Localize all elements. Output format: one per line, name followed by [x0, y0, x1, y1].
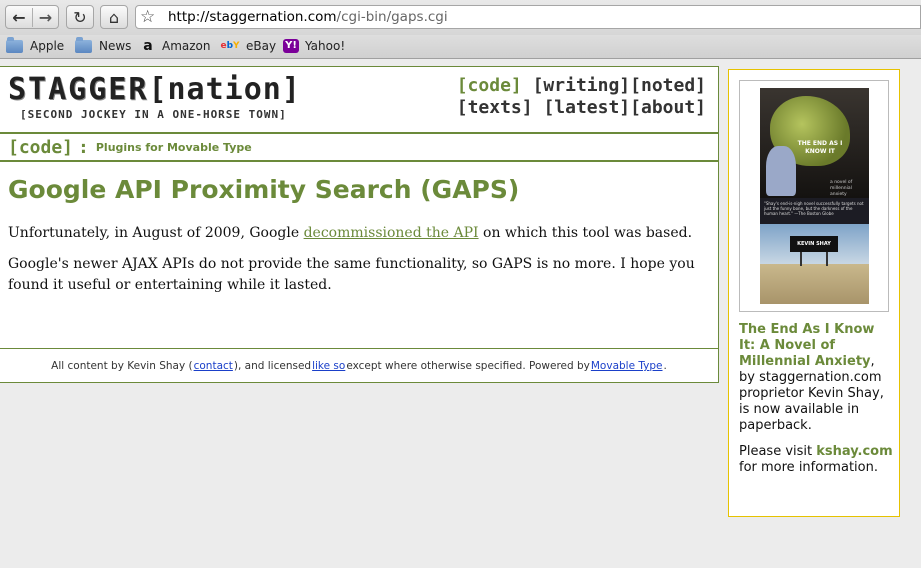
paragraph-text: on which this tool was based.	[478, 225, 693, 241]
yahoo-icon: Y!	[283, 39, 299, 53]
page-title: Google API Proximity Search (GAPS)	[8, 175, 520, 204]
book-cover-frame[interactable]: THE END AS I KNOW IT a novel of millenni…	[739, 80, 889, 312]
breadcrumb: [code] : Plugins for Movable Type	[0, 132, 718, 162]
visit-text: Please visit	[739, 444, 817, 459]
cover-author: KEVIN SHAY	[790, 236, 838, 252]
reload-icon[interactable]: ↻	[66, 5, 94, 29]
bookmark-label: eBay	[246, 39, 277, 53]
address-bar[interactable]: ☆ http://staggernation.com/cgi-bin/gaps.…	[135, 5, 921, 29]
paragraph-text: Unfortunately, in August of 2009, Google	[8, 225, 304, 241]
breadcrumb-subsection-link[interactable]: Plugins for Movable Type	[96, 141, 252, 154]
breadcrumb-section-link[interactable]: [code]	[8, 137, 73, 158]
site-tagline: [SECOND JOCKEY IN A ONE-HORSE TOWN]	[20, 108, 287, 121]
sign-post	[800, 252, 802, 266]
cover-quote: "Shay's end-is-nigh novel successfully t…	[760, 198, 869, 224]
amazon-icon: a	[143, 38, 153, 54]
cover-subtitle: a novel of millennial anxiety	[830, 180, 853, 197]
nav-about[interactable]: [about]	[630, 97, 706, 118]
cover-ground	[760, 264, 869, 304]
article-paragraph-2: Google's newer AJAX APIs do not provide …	[8, 256, 695, 293]
bookmark-label: Yahoo!	[305, 39, 346, 53]
page-footer: All content by Kevin Shay (contact), and…	[0, 348, 718, 383]
footer-text: except where otherwise specified. Powere…	[346, 360, 590, 372]
bookmark-label: News	[99, 39, 132, 53]
url-host: http://staggernation.com	[168, 9, 337, 25]
back-forward-buttons: ← →	[5, 5, 59, 29]
breadcrumb-separator: :	[78, 136, 89, 158]
site-nav: [code] [writing][noted] [texts] [latest]…	[457, 75, 706, 119]
bookmark-apple[interactable]: Apple	[6, 36, 65, 53]
folder-icon	[6, 36, 23, 53]
logo-nation: [nation]	[148, 72, 301, 107]
nav-noted[interactable]: [noted]	[630, 75, 706, 96]
bookmark-yahoo[interactable]: Y! Yahoo!	[283, 39, 345, 53]
license-link[interactable]: like so	[312, 360, 345, 372]
contact-link[interactable]: contact	[194, 360, 233, 372]
bookmark-star-icon[interactable]: ☆	[140, 7, 155, 27]
book-title-link[interactable]: The End As I Know It: A Novel of Millenn…	[739, 322, 874, 369]
bookmarks-bar: Apple News a Amazon ebY eBay Y! Yahoo!	[0, 35, 921, 59]
logo-wordmark: STAGGER[nation]	[8, 73, 301, 107]
url-path: /cgi-bin/gaps.cgi	[336, 9, 448, 25]
book-cover-image: THE END AS I KNOW IT a novel of millenni…	[760, 88, 869, 304]
back-arrow-icon[interactable]: ←	[6, 8, 32, 27]
home-icon[interactable]: ⌂	[100, 5, 128, 29]
url-text[interactable]: http://staggernation.com/cgi-bin/gaps.cg…	[168, 9, 448, 25]
ebay-icon: ebY	[220, 41, 240, 51]
cover-title: THE END AS I KNOW IT	[797, 140, 843, 155]
browser-toolbar: ← → ↻ ⌂ ☆ http://staggernation.com/cgi-b…	[0, 0, 921, 35]
logo-stagger: STAGGER	[8, 72, 149, 107]
nav-texts[interactable]: [texts]	[457, 97, 533, 118]
visit-text: for more information.	[739, 460, 878, 475]
article-paragraph-1: Unfortunately, in August of 2009, Google…	[8, 223, 708, 244]
movable-type-link[interactable]: Movable Type	[591, 360, 663, 372]
nav-latest[interactable]: [latest]	[543, 97, 630, 118]
bookmark-amazon[interactable]: a Amazon	[140, 38, 211, 54]
page-viewport: STAGGER[nation] [SECOND JOCKEY IN A ONE-…	[0, 59, 921, 568]
book-ad-sidebar: THE END AS I KNOW IT a novel of millenni…	[728, 69, 900, 517]
footer-text: .	[663, 360, 667, 372]
site-logo[interactable]: STAGGER[nation] [SECOND JOCKEY IN A ONE-…	[8, 73, 301, 122]
footer-text: All content by Kevin Shay (	[51, 360, 193, 372]
hand-illustration	[766, 146, 796, 196]
main-content: STAGGER[nation] [SECOND JOCKEY IN A ONE-…	[0, 66, 719, 383]
decommissioned-api-link[interactable]: decommissioned the API	[304, 225, 479, 241]
bookmark-news[interactable]: News	[75, 36, 132, 53]
forward-arrow-icon[interactable]: →	[31, 7, 58, 27]
bookmark-label: Apple	[30, 39, 65, 53]
nav-code[interactable]: [code]	[457, 75, 522, 96]
sign-post	[826, 252, 828, 266]
nav-writing[interactable]: [writing]	[533, 75, 631, 96]
footer-text: ), and licensed	[233, 360, 312, 372]
bookmark-ebay[interactable]: ebY eBay	[220, 39, 276, 53]
kshay-link[interactable]: kshay.com	[816, 444, 892, 459]
bookmark-label: Amazon	[162, 39, 211, 53]
folder-icon	[75, 36, 92, 53]
book-promo-text: The End As I Know It: A Novel of Millenn…	[739, 322, 894, 476]
